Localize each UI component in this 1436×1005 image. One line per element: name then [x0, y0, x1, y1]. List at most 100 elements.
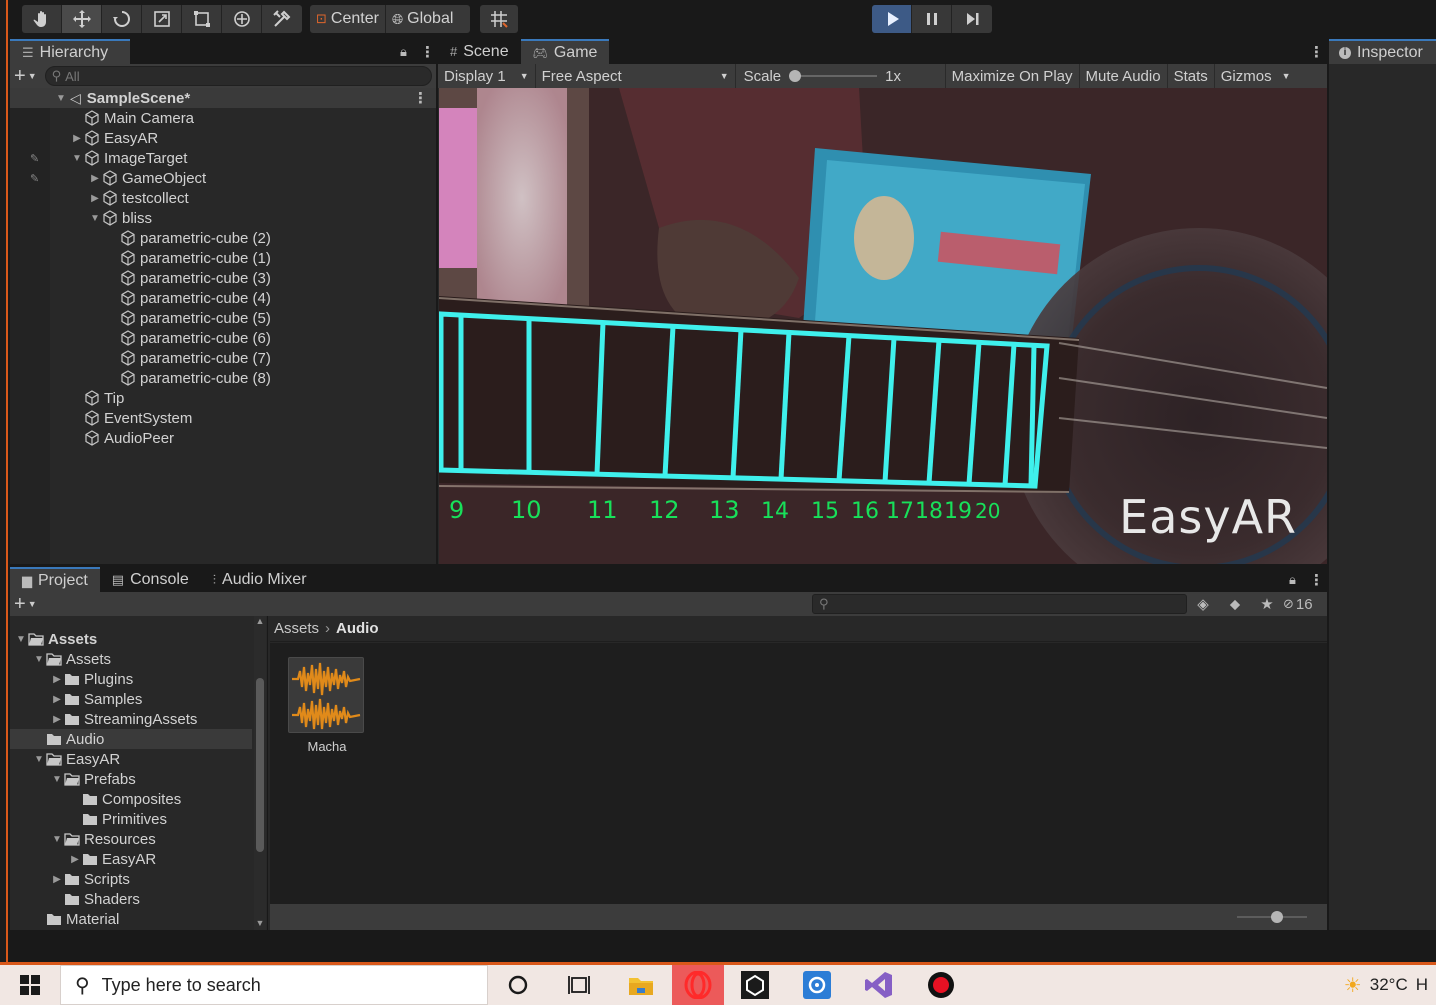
hierarchy-item[interactable]: parametric-cube (1) — [10, 248, 436, 268]
scrollbar-thumb[interactable] — [256, 678, 264, 852]
maximize-on-play-toggle[interactable]: Maximize On Play — [946, 64, 1080, 88]
expand-arrow-icon[interactable]: ▼ — [32, 654, 46, 665]
taskbar-search-box[interactable]: ⚲ Type here to search — [60, 965, 488, 1005]
play-icon[interactable] — [872, 5, 912, 33]
scroll-down-icon[interactable]: ▼ — [254, 918, 266, 928]
kebab-menu-icon[interactable]: ⋮ — [1309, 567, 1327, 592]
hand-tool-icon[interactable] — [22, 5, 62, 33]
mute-audio-toggle[interactable]: Mute Audio — [1080, 64, 1168, 88]
hierarchy-item[interactable]: parametric-cube (5) — [10, 308, 436, 328]
filter-by-type-icon[interactable]: ◈ — [1187, 595, 1219, 613]
visual-studio-icon[interactable] — [848, 965, 910, 1005]
expand-arrow-icon[interactable]: ▶ — [68, 854, 82, 865]
scroll-up-icon[interactable]: ▲ — [254, 616, 266, 626]
tab-hierarchy[interactable]: ☰ Hierarchy — [10, 39, 130, 64]
unity-icon[interactable] — [724, 965, 786, 1005]
scale-slider[interactable] — [789, 70, 878, 82]
weather-widget[interactable]: ☀ 32°C H — [1344, 973, 1436, 998]
tab-inspector[interactable]: i Inspector — [1329, 39, 1436, 64]
windows-start-icon[interactable] — [0, 965, 60, 1005]
project-folder-item[interactable]: Material — [10, 909, 252, 929]
expand-arrow-icon[interactable]: ▶ — [70, 133, 84, 144]
rect-tool-icon[interactable] — [182, 5, 222, 33]
file-explorer-icon[interactable] — [610, 965, 672, 1005]
custom-tool-icon[interactable] — [262, 5, 302, 33]
hierarchy-item[interactable]: parametric-cube (4) — [10, 288, 436, 308]
expand-arrow-icon[interactable]: ▼ — [50, 834, 64, 845]
project-folder-item[interactable]: Shaders — [10, 889, 252, 909]
project-folder-item[interactable]: ▼ Assets — [10, 629, 252, 649]
scene-header-row[interactable]: ▼ ◁ SampleScene* ⋮ — [10, 88, 436, 108]
project-folder-item[interactable]: ▶ Scripts — [10, 869, 252, 889]
cortana-icon[interactable] — [488, 965, 548, 1005]
hierarchy-item[interactable]: parametric-cube (6) — [10, 328, 436, 348]
scale-tool-icon[interactable] — [142, 5, 182, 33]
expand-arrow-icon[interactable]: ▶ — [50, 714, 64, 725]
tab-scene[interactable]: # Scene — [438, 39, 521, 64]
breadcrumb-assets[interactable]: Assets — [274, 620, 319, 637]
expand-arrow-icon[interactable]: ▼ — [88, 213, 102, 224]
hierarchy-search-input[interactable]: ⚲ All — [44, 66, 432, 86]
filter-by-label-icon[interactable]: ⬥ — [1219, 596, 1251, 613]
expand-arrow-icon[interactable]: ▼ — [70, 153, 84, 164]
opera-browser-icon[interactable] — [672, 965, 724, 1005]
step-icon[interactable] — [952, 5, 992, 33]
expand-arrow-icon[interactable]: ▶ — [50, 874, 64, 885]
project-folder-item[interactable]: ▶ Samples — [10, 689, 252, 709]
project-folder-item[interactable]: ▼ Assets — [10, 649, 252, 669]
project-folder-item[interactable]: ▼ Prefabs — [10, 769, 252, 789]
expand-arrow-icon[interactable]: ▶ — [50, 694, 64, 705]
stats-toggle[interactable]: Stats — [1168, 64, 1215, 88]
hierarchy-item[interactable]: parametric-cube (2) — [10, 228, 436, 248]
icon-size-slider[interactable] — [1237, 911, 1307, 923]
breadcrumb-audio[interactable]: Audio — [336, 620, 379, 637]
tree-scrollbar[interactable]: ▲ ▼ — [254, 616, 266, 930]
hierarchy-item[interactable]: ▼ ImageTarget — [10, 148, 436, 168]
hierarchy-item[interactable]: parametric-cube (7) — [10, 348, 436, 368]
hidden-packages-toggle[interactable]: ⊘ 16 — [1283, 596, 1323, 613]
gizmos-dropdown[interactable]: ▼ — [1278, 71, 1295, 81]
favorites-star-icon[interactable]: ★ — [1251, 595, 1283, 613]
expand-arrow-icon[interactable]: ▶ — [50, 674, 64, 685]
space-toggle[interactable]: 🌐︎ Global — [386, 5, 459, 33]
grid-snap-icon[interactable] — [480, 5, 518, 33]
hierarchy-item[interactable]: ▶ testcollect — [10, 188, 436, 208]
display-dropdown[interactable]: Display 1 ▼ — [438, 64, 536, 88]
transform-tool-icon[interactable] — [222, 5, 262, 33]
expand-arrow-icon[interactable]: ▼ — [32, 754, 46, 765]
expand-arrow-icon[interactable]: ▼ — [54, 93, 68, 104]
hierarchy-item[interactable]: AudioPeer — [10, 428, 436, 448]
create-dropdown[interactable]: + ▼ — [14, 594, 37, 614]
expand-arrow-icon[interactable]: ▼ — [14, 634, 28, 645]
pivot-toggle[interactable]: ⊡ Center — [310, 5, 386, 33]
task-view-icon[interactable] — [548, 965, 610, 1005]
tab-console[interactable]: ▤ Console — [100, 567, 201, 592]
project-search-input[interactable]: ⚲ — [812, 594, 1187, 614]
expand-arrow-icon[interactable]: ▶ — [88, 173, 102, 184]
hierarchy-item[interactable]: ▶ GameObject — [10, 168, 436, 188]
project-folder-item[interactable]: ▶ Plugins — [10, 669, 252, 689]
pause-icon[interactable] — [912, 5, 952, 33]
gizmos-toggle[interactable]: Gizmos — [1215, 64, 1278, 88]
project-folder-item[interactable]: ▼ Resources — [10, 829, 252, 849]
audio-asset-tile[interactable]: Macha — [288, 657, 366, 757]
aspect-dropdown[interactable]: Free Aspect ▼ — [536, 64, 736, 88]
project-folder-item[interactable]: ▼ EasyAR — [10, 749, 252, 769]
tab-game[interactable]: 🎮︎ Game — [520, 39, 610, 64]
project-folder-item[interactable]: ▶ StreamingAssets — [10, 709, 252, 729]
scale-slider-thumb[interactable] — [789, 70, 802, 82]
record-icon[interactable] — [910, 965, 972, 1005]
project-folder-item[interactable]: Audio — [10, 729, 252, 749]
hierarchy-item[interactable]: Tip — [10, 388, 436, 408]
scene-menu-icon[interactable]: ⋮ — [413, 89, 428, 107]
expand-arrow-icon[interactable]: ▼ — [50, 774, 64, 785]
create-dropdown[interactable]: + ▼ — [14, 66, 37, 86]
hierarchy-item[interactable]: parametric-cube (8) — [10, 368, 436, 388]
game-viewport[interactable]: 9 10 11 12 13 14 15 16 17 18 19 20 EasyAR — [439, 88, 1327, 564]
lock-icon[interactable]: 🔒︎ — [1289, 567, 1309, 592]
tab-project[interactable]: ▆ Project — [10, 567, 100, 592]
project-folder-item[interactable]: Composites — [10, 789, 252, 809]
hierarchy-item[interactable]: EventSystem — [10, 408, 436, 428]
rotate-tool-icon[interactable] — [102, 5, 142, 33]
project-folder-item[interactable]: Primitives — [10, 809, 252, 829]
